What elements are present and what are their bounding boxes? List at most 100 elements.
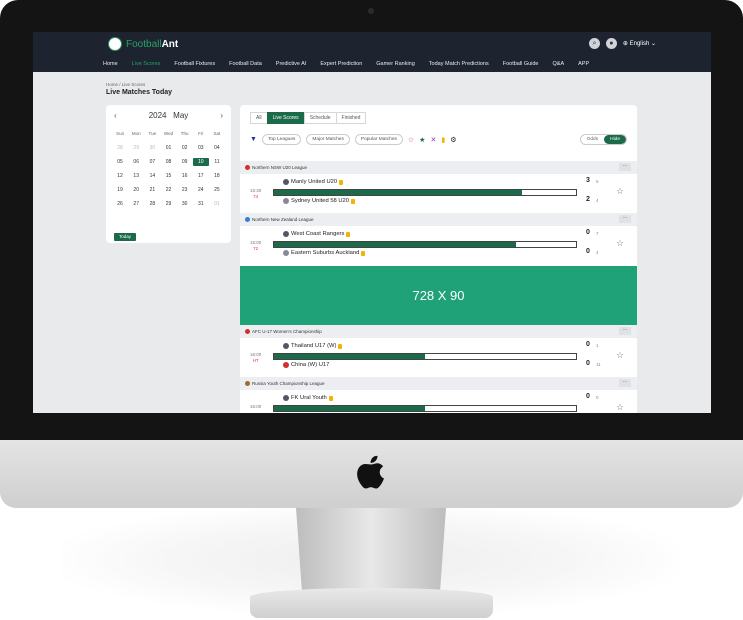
nav-item-app[interactable]: APP — [578, 61, 589, 67]
calendar-day[interactable]: 07 — [144, 158, 160, 166]
calendar-day[interactable]: 17 — [193, 172, 209, 180]
match-row[interactable]: 15:00 72 West Coast Rangers Eastern Suburbs… — [240, 226, 637, 266]
nav-item-football-guide[interactable]: Football Guide — [503, 61, 539, 67]
favorite-star-icon[interactable]: ☆ — [616, 350, 624, 361]
calendar-day[interactable]: 28 — [112, 144, 128, 152]
calendar-day[interactable]: 12 — [112, 172, 128, 180]
match-row[interactable]: 16:00 HT Thailand U17 (W) China (W) U17 0 1 0 1… — [240, 338, 637, 378]
calendar-day[interactable]: 09 — [177, 158, 193, 166]
calendar-day[interactable]: 23 — [177, 186, 193, 194]
yellow-card-icon — [339, 179, 344, 185]
calendar-day[interactable]: 13 — [128, 172, 144, 180]
nav-item-today-match-predictions[interactable]: Today Match Predictions — [429, 61, 489, 67]
nav-item-football-fixtures[interactable]: Football Fixtures — [174, 61, 215, 67]
home-score: 0 — [586, 393, 590, 400]
filter-icon[interactable]: ▼ — [250, 136, 257, 143]
calendar-day[interactable]: 15 — [160, 172, 176, 180]
league-name[interactable]: AFC U-17 Women's Championship — [252, 329, 322, 334]
calendar-day[interactable]: 05 — [112, 158, 128, 166]
favorite-star-icon[interactable]: ☆ — [616, 402, 624, 413]
favorite-star-icon[interactable]: ☆ — [616, 186, 624, 197]
calendar-day[interactable]: 30 — [177, 200, 193, 208]
calendar-day[interactable]: 16 — [177, 172, 193, 180]
more-icon[interactable]: ··· — [619, 379, 631, 387]
calendar-day[interactable]: 01 — [209, 200, 225, 208]
more-icon[interactable]: ··· — [619, 163, 631, 171]
tab-live-scores[interactable]: Live Scores — [266, 112, 305, 124]
home-team[interactable]: Thailand U17 (W) — [283, 343, 343, 349]
breadcrumb[interactable]: Home / Live Scores — [106, 82, 145, 87]
home-score: 0 — [586, 229, 590, 236]
calendar-day[interactable]: 26 — [112, 200, 128, 208]
filter-chip-major-matches[interactable]: Major Matches — [306, 134, 350, 145]
yellow-card-icon — [361, 250, 366, 256]
calendar-day[interactable]: 22 — [160, 186, 176, 194]
away-team[interactable]: Eastern Suburbs Auckland — [283, 250, 366, 256]
calendar-day[interactable]: 29 — [128, 144, 144, 152]
red-star-icon[interactable]: ☆ — [408, 136, 414, 144]
search-icon[interactable]: ⌕ — [588, 38, 600, 49]
nav-item-expert-prediction[interactable]: Expert Prediction — [320, 61, 362, 67]
calendar-day[interactable]: 29 — [160, 200, 176, 208]
calendar-day[interactable]: 28 — [144, 200, 160, 208]
nav-item-q-a[interactable]: Q&A — [553, 61, 565, 67]
calendar-day[interactable]: 04 — [209, 144, 225, 152]
league-name[interactable]: Russia Youth Championship League — [252, 381, 325, 386]
nav-item-live-scores[interactable]: Live Scores — [132, 61, 161, 67]
hide-option[interactable]: Hide — [604, 135, 626, 144]
calendar-day[interactable]: 24 — [193, 186, 209, 194]
odds-option[interactable]: Odds — [581, 135, 604, 144]
match-row[interactable]: 15:30 74 Manly United U20 Sydney United 58 … — [240, 174, 637, 214]
language-selector[interactable]: ⊕ English ⌄ — [623, 40, 656, 47]
home-team[interactable]: West Coast Rangers — [283, 231, 351, 237]
calendar-day[interactable]: 31 — [193, 200, 209, 208]
match-row[interactable]: 16:00 FK Ural Youth 0 0 ☆ — [240, 390, 637, 413]
chevron-left-icon[interactable]: ‹ — [114, 111, 117, 120]
favorite-star-icon[interactable]: ☆ — [616, 238, 624, 249]
nav-item-predictive-ai[interactable]: Predictive AI — [276, 61, 307, 67]
calendar-day[interactable]: 14 — [144, 172, 160, 180]
site-logo[interactable]: FootballAnt — [108, 37, 178, 51]
home-team[interactable]: Manly United U20 — [283, 179, 344, 185]
tab-schedule[interactable]: Schedule — [303, 112, 337, 124]
green-star-icon[interactable]: ★ — [419, 136, 425, 144]
calendar-dow: Sat — [213, 131, 221, 136]
calendar-day[interactable]: 25 — [209, 186, 225, 194]
calendar-day[interactable]: 01 — [160, 144, 176, 152]
odds-toggle[interactable]: Odds Hide — [579, 134, 627, 145]
today-button[interactable]: Today — [114, 233, 136, 241]
home-team[interactable]: FK Ural Youth — [283, 395, 333, 401]
calendar-day[interactable]: 06 — [128, 158, 144, 166]
settings-icon[interactable]: ⚙ — [450, 136, 456, 144]
nav-item-football-data[interactable]: Football Data — [229, 61, 262, 67]
yellow-card-icon[interactable]: ▮ — [441, 136, 445, 144]
calendar-day[interactable]: 21 — [144, 186, 160, 194]
filter-chip-top-leagues[interactable]: Top Leagues — [261, 134, 302, 145]
calendar-dow: Fri — [198, 131, 204, 136]
away-team[interactable]: China (W) U17 — [283, 362, 329, 368]
tab-finished[interactable]: Finished — [335, 112, 367, 124]
ad-banner[interactable]: 728 X 90 — [240, 266, 637, 326]
user-icon[interactable]: ● — [605, 38, 617, 49]
calendar-day[interactable]: 10 — [192, 158, 209, 166]
nav-item-gamer-ranking[interactable]: Gamer Ranking — [376, 61, 415, 67]
league-name[interactable]: Northern New Zealand League — [252, 217, 314, 222]
tab-all[interactable]: All — [250, 112, 268, 124]
away-team[interactable]: Sydney United 58 U20 — [283, 198, 356, 204]
purple-x-icon[interactable]: ✕ — [430, 136, 436, 144]
chevron-right-icon[interactable]: › — [220, 111, 223, 120]
calendar-day[interactable]: 02 — [177, 144, 193, 152]
calendar-day[interactable]: 08 — [160, 158, 176, 166]
calendar-day[interactable]: 03 — [193, 144, 209, 152]
calendar-day[interactable]: 11 — [209, 158, 225, 166]
league-name[interactable]: Northern NSW U20 League — [252, 165, 307, 170]
calendar-day[interactable]: 18 — [209, 172, 225, 180]
calendar-day[interactable]: 27 — [128, 200, 144, 208]
calendar-day[interactable]: 20 — [128, 186, 144, 194]
calendar-day[interactable]: 19 — [112, 186, 128, 194]
filter-chip-popular-matches[interactable]: Popular Matches — [354, 134, 403, 145]
more-icon[interactable]: ··· — [619, 327, 631, 335]
nav-item-home[interactable]: Home — [103, 61, 118, 67]
more-icon[interactable]: ··· — [619, 215, 631, 223]
calendar-day[interactable]: 30 — [144, 144, 160, 152]
